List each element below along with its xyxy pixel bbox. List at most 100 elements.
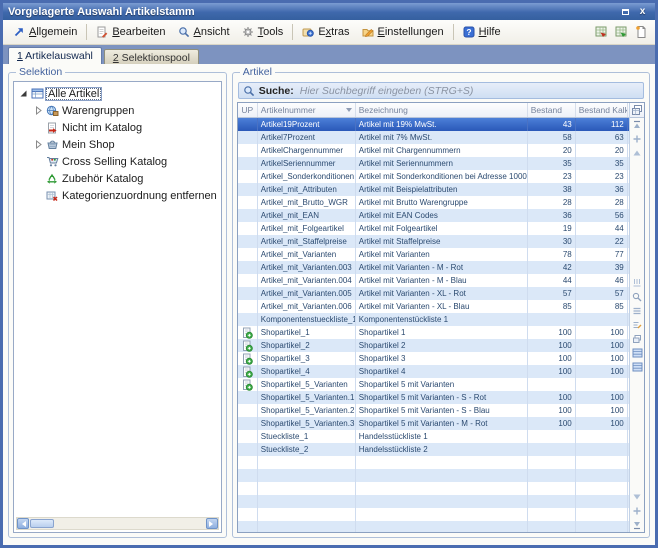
tab-1-artikelauswahl[interactable]: 1 Artikelauswahl: [8, 47, 102, 64]
table-row[interactable]: Artikel_mit_Varianten.006Artikel mit Var…: [238, 300, 629, 313]
table-row[interactable]: Artikel_mit_Varianten.005Artikel mit Var…: [238, 287, 629, 300]
menu-item-ansicht[interactable]: Ansicht: [172, 24, 236, 40]
cell-bestand: 35: [528, 157, 576, 170]
menu-item-tools[interactable]: Tools: [236, 24, 290, 40]
expander-icon[interactable]: [18, 89, 29, 98]
basket-icon: [44, 139, 60, 150]
table-row[interactable]: Stueckliste_2Handelsstückliste 2229: [238, 443, 629, 456]
column-header-artikelnummer[interactable]: Artikelnummer: [258, 103, 356, 117]
table-export-button[interactable]: [591, 23, 611, 42]
scrollbar-thumb[interactable]: [30, 519, 54, 528]
table-row[interactable]: Artikel_mit_Brutto_WGRArtikel mit Brutto…: [238, 196, 629, 209]
plus-up-icon[interactable]: [632, 134, 642, 144]
table-row[interactable]: Shopartikel_5_VariantenShopartikel 5 mit…: [238, 378, 629, 391]
grid-blue-icon[interactable]: [632, 362, 643, 372]
cell-artikelnummer: Komponentenstueckliste_1: [258, 313, 356, 326]
scroll-right-button[interactable]: [206, 518, 218, 529]
table-import-button[interactable]: [611, 23, 631, 42]
table-row-empty[interactable]: [238, 508, 629, 521]
table-row[interactable]: Artikel_mit_EANArtikel mit EAN Codes3656…: [238, 209, 629, 222]
tree-item-mein-shop[interactable]: Mein Shop: [16, 136, 219, 153]
cell-bezeichnung: Artikel mit Varianten - M - Blau: [356, 274, 528, 287]
table-row[interactable]: Artikel_mit_StaffelpreiseArtikel mit Sta…: [238, 235, 629, 248]
search-bar[interactable]: Suche:: [238, 82, 644, 99]
scroll-left-button[interactable]: [17, 518, 29, 529]
scroll-bottom-icon[interactable]: [632, 520, 642, 530]
table-row[interactable]: ArtikelSeriennummerArtikel mit Seriennum…: [238, 157, 629, 170]
tree-items: Alle ArtikelWarengruppenNicht im Katalog…: [16, 85, 219, 204]
tree-item-zubehör-katalog[interactable]: Zubehör Katalog: [16, 170, 219, 187]
table-row[interactable]: Artikel_SonderkonditionenArtikel mit Son…: [238, 170, 629, 183]
table-row[interactable]: Shopartikel_5_Varianten.3Shopartikel 5 m…: [238, 417, 629, 430]
cell-bezeichnung: Artikel mit Varianten - XL - Blau: [356, 300, 528, 313]
table-row-empty[interactable]: [238, 469, 629, 482]
cell-bestand_kalk: 100: [576, 339, 628, 352]
table-row[interactable]: Artikel_mit_Varianten.003Artikel mit Var…: [238, 261, 629, 274]
restore-button[interactable]: [618, 5, 633, 18]
table-row[interactable]: Artikel_mit_AttributenArtikel mit Beispi…: [238, 183, 629, 196]
menu-item-hilfe[interactable]: ?Hilfe: [457, 24, 507, 40]
list-icon[interactable]: [632, 306, 642, 316]
page-red-arrow-icon: [44, 122, 60, 134]
table-row[interactable]: Shopartikel_4Shopartikel 410010063,5472,: [238, 365, 629, 378]
gear-icon: [242, 26, 254, 38]
table-row[interactable]: Stueckliste_1Handelsstückliste 1184: [238, 430, 629, 443]
plus-down-icon[interactable]: [632, 506, 642, 516]
cell-up: [238, 235, 258, 248]
table-row[interactable]: Shopartikel_5_Varianten.2Shopartikel 5 m…: [238, 404, 629, 417]
table-row[interactable]: Komponentenstueckliste_1Komponentenstück…: [238, 313, 629, 326]
table-row[interactable]: Artikel_mit_Varianten.004Artikel mit Var…: [238, 274, 629, 287]
table-row[interactable]: Shopartikel_3Shopartikel 310010010,5721,: [238, 352, 629, 365]
table-row[interactable]: Artikel_mit_FolgeartikelArtikel mit Folg…: [238, 222, 629, 235]
magnifier-small-icon[interactable]: [632, 292, 642, 302]
pin-icon[interactable]: [632, 278, 642, 288]
menu-item-extras[interactable]: Extras: [296, 24, 355, 40]
expander-icon[interactable]: [33, 106, 44, 115]
column-header-up[interactable]: UP: [238, 103, 258, 117]
table-row[interactable]: Artikel19ProzentArtikel mit 19% MwSt.431…: [238, 118, 629, 131]
cell-bestand_kalk: 57: [576, 287, 628, 300]
tree-item-alle-artikel[interactable]: Alle Artikel: [16, 85, 219, 102]
search-input[interactable]: [298, 84, 639, 98]
table-row[interactable]: Shopartikel_1Shopartikel 110010049,9992,: [238, 326, 629, 339]
column-header-bestand_kalk[interactable]: Bestand Kalk.: [576, 103, 628, 117]
menu-item-einstellungen[interactable]: Einstellungen: [356, 24, 450, 40]
cell-artikelnummer: Artikel_mit_Staffelpreise: [258, 235, 356, 248]
menu-item-bearbeiten[interactable]: Bearbeiten: [90, 24, 171, 40]
cell-bestand_kalk: 39: [576, 261, 628, 274]
tab-2-selektionspool[interactable]: 2 Selektionspool: [104, 49, 199, 64]
grid-blue-icon[interactable]: [632, 348, 643, 358]
scroll-top-icon[interactable]: [632, 120, 642, 130]
tree-item-nicht-im-katalog[interactable]: Nicht im Katalog: [16, 119, 219, 136]
table-row[interactable]: Shopartikel_5_Varianten.1Shopartikel 5 m…: [238, 391, 629, 404]
cell-bestand: [528, 495, 576, 508]
table-row-empty[interactable]: [238, 456, 629, 469]
table-row-empty[interactable]: [238, 495, 629, 508]
table-row[interactable]: ArtikelChargennummerArtikel mit Chargenn…: [238, 144, 629, 157]
column-header-bezeichnung[interactable]: Bezeichnung: [356, 103, 528, 117]
list-edit-icon[interactable]: [632, 320, 642, 330]
column-header-bestand[interactable]: Bestand: [528, 103, 576, 117]
table-row[interactable]: Shopartikel_2Shopartikel 210010020,0025,: [238, 339, 629, 352]
table-row[interactable]: Artikel7ProzentArtikel mit 7% MwSt.58631…: [238, 131, 629, 144]
table-row-empty[interactable]: [238, 521, 629, 532]
selection-panel-title: Selektion: [16, 66, 65, 78]
layers-icon[interactable]: [632, 334, 642, 344]
expander-icon[interactable]: [33, 140, 44, 149]
column-chooser-button[interactable]: [630, 103, 644, 118]
close-button[interactable]: x: [635, 5, 650, 18]
menu-item-allgemein[interactable]: Allgemein: [7, 24, 83, 40]
recycle-icon: [44, 173, 60, 185]
tree-horizontal-scrollbar[interactable]: [16, 517, 219, 530]
new-document-button[interactable]: [631, 23, 651, 42]
cell-artikelnummer: Shopartikel_5_Varianten.2: [258, 404, 356, 417]
table-row[interactable]: Artikel_mit_VariantenArtikel mit Variant…: [238, 248, 629, 261]
tree-item-kategorienzuordnung-entfernen[interactable]: Kategorienzuordnung entfernen: [16, 187, 219, 204]
tree-item-cross-selling-katalog[interactable]: Cross Selling Katalog: [16, 153, 219, 170]
cell-up: [238, 313, 258, 326]
tri-down-icon[interactable]: [632, 492, 642, 502]
tree-item-warengruppen[interactable]: Warengruppen: [16, 102, 219, 119]
cell-bestand: [528, 313, 576, 326]
table-row-empty[interactable]: [238, 482, 629, 495]
tri-up-icon[interactable]: [632, 148, 642, 158]
